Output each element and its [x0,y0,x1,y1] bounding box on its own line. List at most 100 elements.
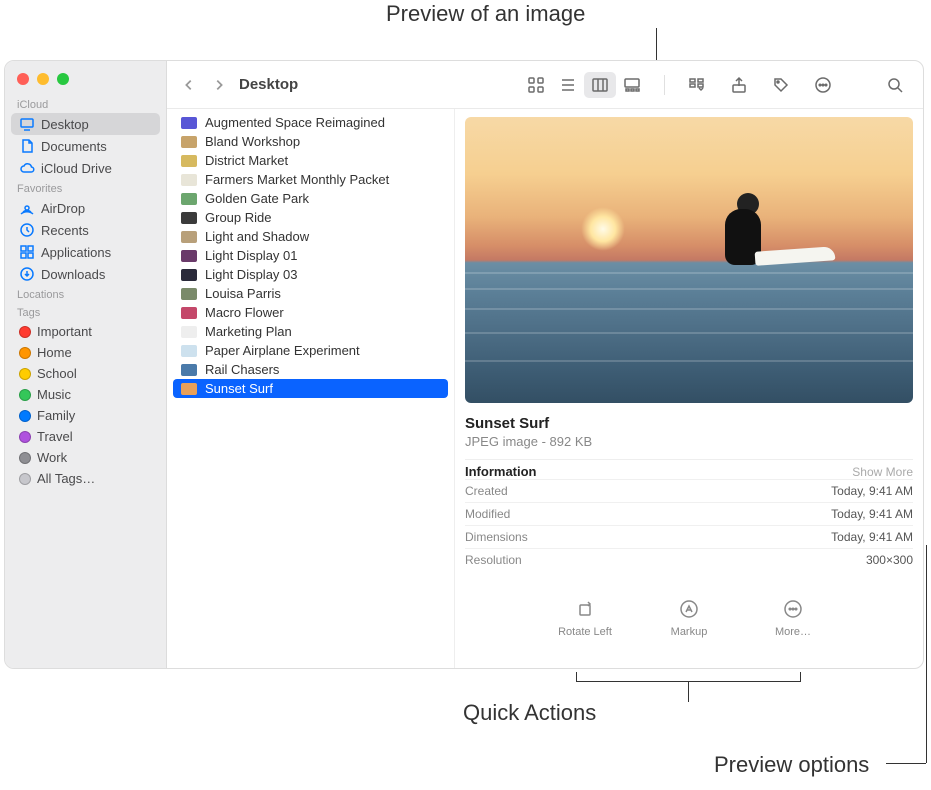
sidebar-item-family[interactable]: Family [5,405,166,426]
sidebar-item-music[interactable]: Music [5,384,166,405]
file-name: Augmented Space Reimagined [205,115,385,130]
file-name: Golden Gate Park [205,191,309,206]
file-name: Marketing Plan [205,324,292,339]
file-name: Louisa Parris [205,286,281,301]
share-button[interactable] [723,72,755,98]
file-item[interactable]: Golden Gate Park [167,189,454,208]
view-list-icon[interactable] [552,72,584,98]
file-thumb-icon [181,288,197,300]
file-item[interactable]: Macro Flower [167,303,454,322]
search-button[interactable] [879,72,911,98]
view-icon-grid[interactable] [520,72,552,98]
sidebar-item-documents[interactable]: Documents [5,135,166,157]
preview-image [465,117,913,403]
quick-action-markup[interactable]: Markup [654,599,724,638]
rotate-icon [575,599,595,622]
actions-button[interactable] [807,72,839,98]
preview-title: Sunset Surf [465,415,913,432]
sidebar-item-icloud-drive[interactable]: iCloud Drive [5,157,166,179]
file-name: Light Display 01 [205,248,298,263]
file-item[interactable]: Farmers Market Monthly Packet [167,170,454,189]
sidebar-item-school[interactable]: School [5,363,166,384]
tags-button[interactable] [765,72,797,98]
view-gallery-icon[interactable] [616,72,648,98]
sidebar-item-label: All Tags… [37,471,95,486]
file-item[interactable]: Louisa Parris [167,284,454,303]
file-thumb-icon [181,326,197,338]
show-more-button[interactable]: Show More [852,465,913,479]
callout-preview-options: Preview options [714,752,869,778]
group-by-button[interactable] [681,72,713,98]
tag-dot-icon [19,389,31,401]
file-item[interactable]: Light Display 03 [167,265,454,284]
sidebar-item-desktop[interactable]: Desktop [11,113,160,135]
content-area: Augmented Space Reimagined Bland Workshop… [167,109,923,668]
sidebar-item-label: School [37,366,77,381]
callout-line [688,682,689,702]
file-item[interactable]: Bland Workshop [167,132,454,151]
file-thumb-icon [181,193,197,205]
file-name: Bland Workshop [205,134,300,149]
sidebar-item-label: Downloads [41,267,105,282]
file-item[interactable]: Marketing Plan [167,322,454,341]
view-columns-icon[interactable] [584,72,616,98]
file-item[interactable]: Paper Airplane Experiment [167,341,454,360]
file-item[interactable]: Rail Chasers [167,360,454,379]
file-item[interactable]: Sunset Surf [173,379,448,398]
info-row: CreatedToday, 9:41 AM [465,479,913,502]
download-icon [19,266,35,282]
info-value: Today, 9:41 AM [831,484,913,498]
sidebar-item-label: Home [37,345,72,360]
grid-icon [19,244,35,260]
sidebar-item-applications[interactable]: Applications [5,241,166,263]
file-list[interactable]: Augmented Space Reimagined Bland Workshop… [167,109,455,668]
file-item[interactable]: Light Display 01 [167,246,454,265]
quick-action-more[interactable]: More… [758,599,828,638]
sidebar-item-label: Music [37,387,71,402]
document-icon [19,138,35,154]
info-row: Modified Today, 9:41 AM [465,502,913,525]
file-thumb-icon [181,117,197,129]
file-item[interactable]: Augmented Space Reimagined [167,113,454,132]
file-thumb-icon [181,383,197,395]
file-name: Farmers Market Monthly Packet [205,172,389,187]
cloud-icon [19,160,35,176]
sidebar-item-label: iCloud Drive [41,161,112,176]
tag-dot-icon [19,410,31,422]
file-name: Paper Airplane Experiment [205,343,360,358]
sidebar-item-all-tags-[interactable]: All Tags… [5,468,166,489]
sidebar-item-airdrop[interactable]: AirDrop [5,197,166,219]
sidebar-item-label: Travel [37,429,73,444]
fullscreen-icon[interactable] [57,73,69,85]
sidebar-item-label: Documents [41,139,107,154]
sidebar-item-label: Family [37,408,75,423]
file-item[interactable]: Light and Shadow [167,227,454,246]
sidebar-item-label: Important [37,324,92,339]
sidebar-item-work[interactable]: Work [5,447,166,468]
sidebar-item-home[interactable]: Home [5,342,166,363]
file-name: Light and Shadow [205,229,309,244]
file-thumb-icon [181,231,197,243]
quick-action-rotate[interactable]: Rotate Left [550,599,620,638]
close-icon[interactable] [17,73,29,85]
file-item[interactable]: District Market [167,151,454,170]
sidebar-item-label: Applications [41,245,111,260]
file-name: Light Display 03 [205,267,298,282]
file-thumb-icon [181,174,197,186]
sidebar-item-important[interactable]: Important [5,321,166,342]
quick-action-label: More… [775,626,811,638]
back-button[interactable] [179,75,199,95]
sidebar-item-downloads[interactable]: Downloads [5,263,166,285]
file-item[interactable]: Group Ride [167,208,454,227]
tag-dot-icon [19,368,31,380]
sidebar-item-travel[interactable]: Travel [5,426,166,447]
forward-button[interactable] [209,75,229,95]
info-value: Today, 9:41 AM [831,507,913,521]
sidebar-item-recents[interactable]: Recents [5,219,166,241]
info-label: Modified [465,507,510,521]
view-toggle-group [520,72,648,98]
file-name: Group Ride [205,210,271,225]
minimize-icon[interactable] [37,73,49,85]
sidebar-section-title: Locations [5,285,166,303]
sidebar: iCloudDesktopDocumentsiCloud DriveFavori… [5,61,167,668]
